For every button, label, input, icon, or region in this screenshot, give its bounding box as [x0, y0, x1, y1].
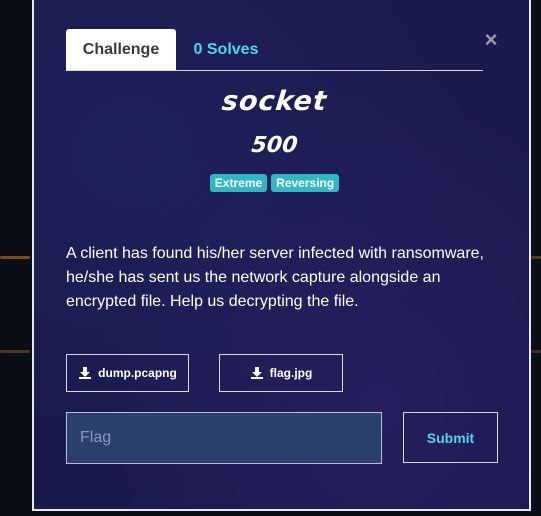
backdrop-streak: [0, 350, 30, 353]
modal-tabs: Challenge 0 Solves: [66, 29, 483, 71]
tab-challenge[interactable]: Challenge: [66, 29, 176, 70]
file-download-button[interactable]: dump.pcapng: [66, 354, 189, 392]
download-icon: [250, 367, 263, 379]
challenge-description: A client has found his/her server infect…: [66, 245, 484, 310]
challenge-title: socket: [220, 86, 329, 117]
tag-badge: Extreme: [209, 174, 268, 192]
file-label: flag.jpg: [269, 366, 313, 380]
challenge-points: 500: [250, 133, 299, 158]
download-icon: [79, 367, 92, 379]
backdrop-streak: [531, 256, 541, 259]
tag-badge: Reversing: [271, 174, 340, 192]
submit-button[interactable]: Submit: [403, 412, 498, 463]
challenge-tags: Extreme Reversing: [66, 174, 483, 192]
file-label: dump.pcapng: [98, 366, 177, 380]
backdrop-streak: [531, 350, 541, 353]
close-icon[interactable]: ×: [483, 29, 499, 51]
tab-solves[interactable]: 0 Solves: [184, 29, 268, 70]
file-download-button[interactable]: flag.jpg: [219, 354, 343, 392]
backdrop-streak: [0, 256, 30, 259]
flag-input[interactable]: [66, 412, 382, 464]
